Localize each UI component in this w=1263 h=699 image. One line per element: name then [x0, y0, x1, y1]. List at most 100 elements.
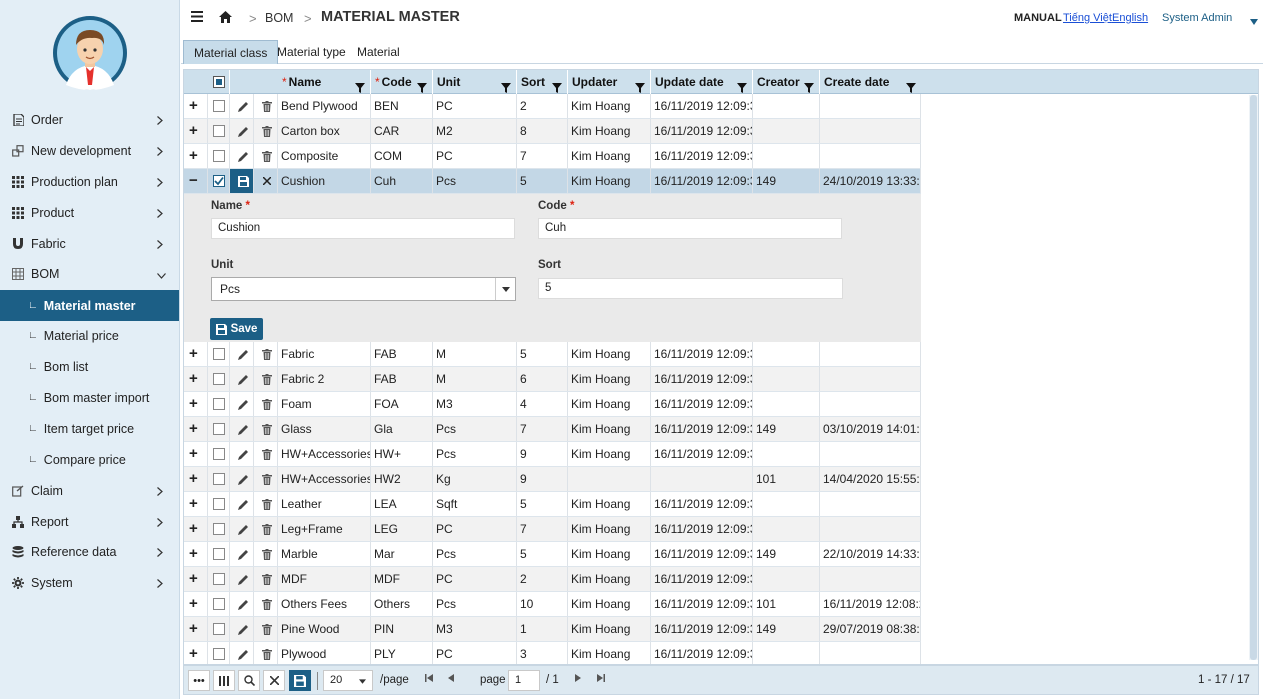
delete-row-button[interactable]: [254, 592, 278, 616]
expand-row-button[interactable]: +: [184, 492, 208, 516]
collapse-row-button[interactable]: −: [184, 169, 208, 193]
row-checkbox[interactable]: [213, 423, 225, 435]
delete-row-button[interactable]: [254, 542, 278, 566]
menu-icon[interactable]: [191, 11, 203, 25]
delete-row-button[interactable]: [254, 367, 278, 391]
user-menu[interactable]: System Admin: [1162, 12, 1232, 24]
name-input[interactable]: Cushion: [211, 218, 515, 239]
expand-row-button[interactable]: +: [184, 94, 208, 118]
expand-row-button[interactable]: +: [184, 392, 208, 416]
code-input[interactable]: Cuh: [538, 218, 842, 239]
table-row[interactable]: + HW+Accessories HW+ Pcs 9 Kim Hoang 16/11/201…: [184, 442, 921, 467]
more-options-button[interactable]: •••: [188, 670, 210, 691]
sidebar-item-material-price[interactable]: ∟ Material price: [0, 320, 179, 351]
expand-row-button[interactable]: +: [184, 542, 208, 566]
tab-material-type[interactable]: Material type: [267, 40, 356, 64]
edit-row-button[interactable]: [230, 517, 254, 541]
table-row[interactable]: + HW+Accessories 2HW2Kg9 10114/04/2020 15:…: [184, 467, 921, 492]
sidebar-item-production-plan[interactable]: Production plan: [0, 166, 179, 197]
table-row[interactable]: + Plywood PLY PC 3 Kim Hoang 16/11/2019 12:09:…: [184, 642, 921, 664]
sidebar-item-reference-data[interactable]: Reference data: [0, 536, 179, 567]
expand-row-button[interactable]: +: [184, 119, 208, 143]
last-page-icon[interactable]: [597, 673, 605, 685]
delete-row-button[interactable]: [254, 144, 278, 168]
delete-row-button[interactable]: [254, 442, 278, 466]
sidebar-item-system[interactable]: System: [0, 567, 179, 598]
edit-row-button[interactable]: [230, 392, 254, 416]
expand-row-button[interactable]: +: [184, 592, 208, 616]
table-row[interactable]: + Others Fees Others Pcs 10 Kim Hoang 16/11/20…: [184, 592, 921, 617]
table-row[interactable]: + Fabric 2 FAB M 6 Kim Hoang 16/11/2019 12:09:…: [184, 367, 921, 392]
edit-row-button[interactable]: [230, 342, 254, 366]
sidebar-item-new-development[interactable]: New development: [0, 135, 179, 166]
delete-row-button[interactable]: [254, 94, 278, 118]
edit-row-button[interactable]: [230, 119, 254, 143]
breadcrumb-bom[interactable]: BOM: [265, 11, 293, 25]
expand-row-button[interactable]: +: [184, 442, 208, 466]
delete-row-button[interactable]: [254, 492, 278, 516]
row-checkbox[interactable]: [213, 175, 225, 187]
unit-select[interactable]: Pcs: [211, 277, 516, 301]
column-header-sort[interactable]: Sort: [517, 70, 568, 94]
column-header-updater[interactable]: Updater: [568, 70, 651, 94]
row-checkbox[interactable]: [213, 648, 225, 660]
edit-row-button[interactable]: [230, 542, 254, 566]
delete-row-button[interactable]: [254, 342, 278, 366]
column-header-unit[interactable]: Unit: [433, 70, 517, 94]
edit-row-button[interactable]: [230, 467, 254, 491]
expand-row-button[interactable]: +: [184, 617, 208, 641]
scrollbar-thumb[interactable]: [1250, 95, 1257, 660]
search-button[interactable]: [238, 670, 260, 691]
language-english-link[interactable]: English: [1112, 12, 1148, 24]
expand-row-button[interactable]: +: [184, 417, 208, 441]
row-checkbox[interactable]: [213, 623, 225, 635]
edit-row-button[interactable]: [230, 567, 254, 591]
language-vietnamese-link[interactable]: Tiếng Việt: [1063, 12, 1112, 24]
row-checkbox[interactable]: [213, 498, 225, 510]
tab-material[interactable]: Material: [347, 40, 410, 64]
table-row[interactable]: + Pine Wood PIN M3 1 Kim Hoang 16/11/2019 12:0…: [184, 617, 921, 642]
first-page-icon[interactable]: [425, 673, 433, 685]
table-row[interactable]: + Marble Mar Pcs 5 Kim Hoang 16/11/2019 12:09:…: [184, 542, 921, 567]
row-checkbox[interactable]: [213, 598, 225, 610]
sidebar-item-compare-price[interactable]: ∟ Compare price: [0, 444, 179, 475]
sidebar-item-bom[interactable]: BOM: [0, 258, 179, 289]
delete-row-button[interactable]: [254, 517, 278, 541]
edit-row-button[interactable]: [230, 592, 254, 616]
save-row-button[interactable]: [230, 169, 254, 193]
expand-row-button[interactable]: +: [184, 144, 208, 168]
previous-page-icon[interactable]: [448, 673, 454, 685]
sidebar-item-bom-master-import[interactable]: ∟ Bom master import: [0, 382, 179, 413]
row-checkbox[interactable]: [213, 548, 225, 560]
table-row[interactable]: + Glass Gla Pcs 7 Kim Hoang 16/11/2019 12:09:3…: [184, 417, 921, 442]
table-row[interactable]: + Foam FOA M3 4 Kim Hoang 16/11/2019 12:09:33: [184, 392, 921, 417]
delete-row-button[interactable]: [254, 642, 278, 664]
row-checkbox[interactable]: [213, 473, 225, 485]
column-header-name[interactable]: * Name: [278, 70, 371, 94]
table-row[interactable]: + Composite COM PC 7 Kim Hoang 16/11/2019 12:0…: [184, 144, 921, 169]
expand-row-button[interactable]: +: [184, 642, 208, 664]
caret-down-icon[interactable]: [495, 278, 515, 300]
column-header-creator[interactable]: Creator: [753, 70, 820, 94]
edit-row-button[interactable]: [230, 417, 254, 441]
manual-link[interactable]: MANUAL: [1014, 12, 1062, 24]
delete-row-button[interactable]: [254, 567, 278, 591]
sidebar-item-bom-list[interactable]: ∟ Bom list: [0, 351, 179, 382]
sidebar-item-claim[interactable]: Claim: [0, 475, 179, 506]
expand-row-button[interactable]: +: [184, 517, 208, 541]
edit-row-button[interactable]: [230, 442, 254, 466]
tab-material-class[interactable]: Material class: [183, 40, 279, 64]
row-checkbox[interactable]: [213, 373, 225, 385]
sidebar-item-report[interactable]: Report: [0, 506, 179, 537]
column-header-update-date[interactable]: Update date: [651, 70, 753, 94]
columns-button[interactable]: [213, 670, 235, 691]
row-checkbox[interactable]: [213, 398, 225, 410]
page-number-input[interactable]: 1: [508, 670, 540, 691]
edit-row-button[interactable]: [230, 367, 254, 391]
clear-filter-button[interactable]: [263, 670, 285, 691]
select-all-checkbox[interactable]: [208, 70, 230, 94]
delete-row-button[interactable]: [254, 467, 278, 491]
sidebar-item-order[interactable]: Order: [0, 104, 179, 135]
table-row[interactable]: + MDF MDF PC 2 Kim Hoang 16/11/2019 12:09:33: [184, 567, 921, 592]
row-checkbox[interactable]: [213, 150, 225, 162]
